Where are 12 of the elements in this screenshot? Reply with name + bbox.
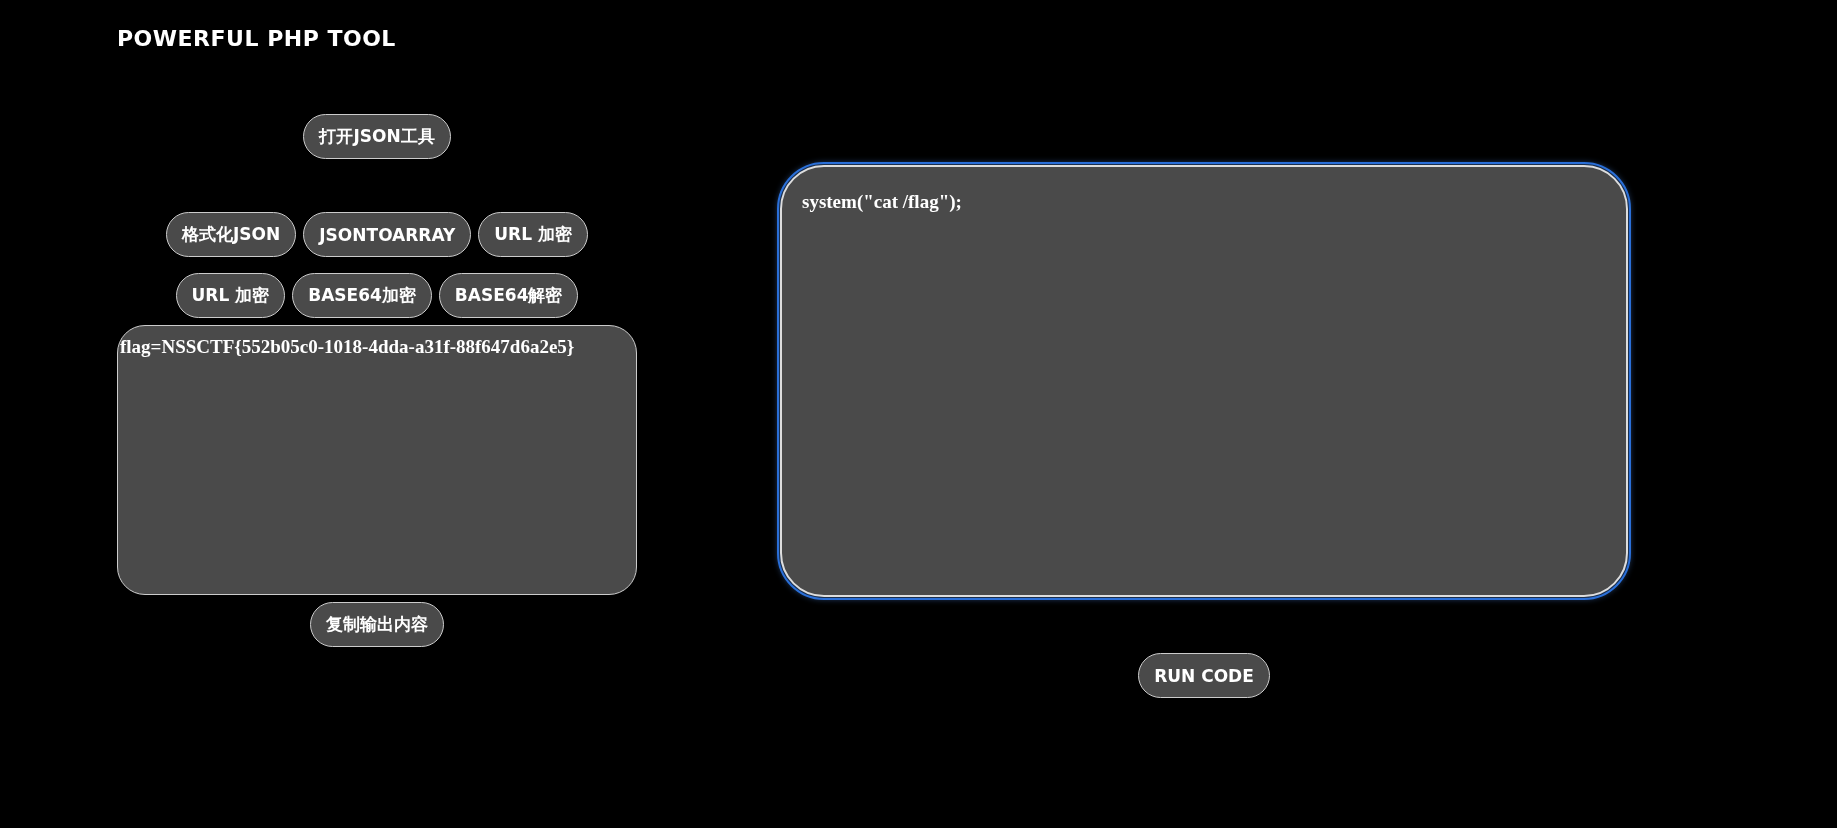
page-title: POWERFUL PHP TOOL [116, 25, 396, 51]
open-json-tool-button[interactable]: 打开JSON工具 [303, 114, 451, 159]
code-editor-field[interactable]: system("cat /flag"); [780, 165, 1628, 597]
tool-button[interactable]: URL 加密 [175, 273, 286, 318]
tool-button[interactable]: BASE64解密 [438, 273, 579, 318]
tool-button[interactable]: 格式化JSON [166, 212, 297, 257]
copy-output-button[interactable]: 复制输出内容 [310, 602, 444, 647]
tool-button[interactable]: JSONTOARRAY [303, 212, 472, 257]
tool-button[interactable]: URL 加密 [478, 212, 588, 257]
tool-button[interactable]: BASE64加密 [292, 273, 432, 318]
run-code-button[interactable]: RUN CODE [1138, 653, 1270, 698]
output-field[interactable]: flag=NSSCTF{552b05c0-1018-4dda-a31f-88f647d6a2e5} [117, 325, 637, 595]
